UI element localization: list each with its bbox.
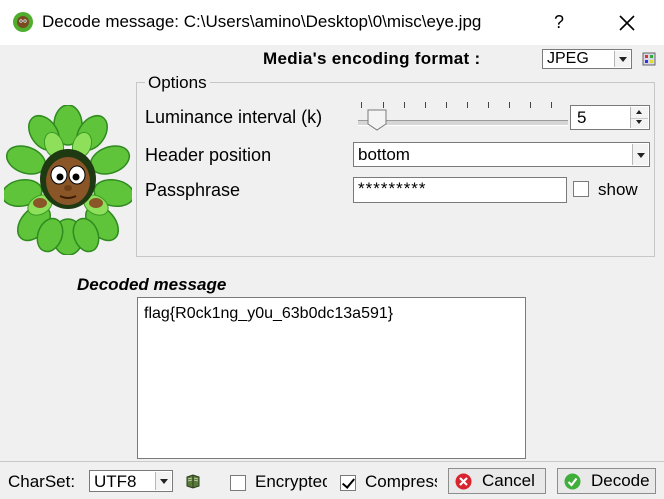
decoded-message-text: flag{R0ck1ng_y0u_63b0dc13a591} xyxy=(144,305,394,322)
slider-tick xyxy=(404,102,405,108)
dialog-body: Media's encoding format : JPEG Options L… xyxy=(0,45,664,499)
compress-label: Compress xyxy=(365,472,437,491)
passphrase-value: ********* xyxy=(358,179,427,198)
slider-thumb[interactable] xyxy=(367,109,387,131)
encoding-format-select[interactable]: JPEG xyxy=(542,49,632,69)
encoding-format-label: Media's encoding format : xyxy=(263,49,481,68)
spin-down-icon[interactable] xyxy=(631,117,648,128)
slider-tick xyxy=(551,102,552,108)
luminance-spinbox[interactable]: 5 xyxy=(570,105,650,130)
header-position-label: Header position xyxy=(145,145,272,165)
slider-tick xyxy=(446,102,447,108)
slider-tick xyxy=(488,102,489,108)
cancel-button[interactable]: Cancel xyxy=(448,468,546,494)
decode-label: Decode xyxy=(591,471,650,490)
decode-button[interactable]: Decode xyxy=(557,468,656,494)
options-title: Options xyxy=(145,73,210,93)
encoding-format-value: JPEG xyxy=(547,50,589,67)
encrypted-label-clip: Encrypted xyxy=(255,472,327,494)
luminance-label: Luminance interval (k) xyxy=(145,107,323,127)
decode-dialog: Decode message: C:\Users\amino\Desktop\0… xyxy=(0,0,664,499)
close-button[interactable] xyxy=(612,8,642,38)
compress-label-clip: Compress xyxy=(365,472,437,494)
window-title: Decode message: C:\Users\amino\Desktop\0… xyxy=(42,12,482,31)
slider-tick xyxy=(425,102,426,108)
passphrase-label: Passphrase xyxy=(145,180,241,200)
cancel-icon xyxy=(455,473,472,490)
compress-checkbox[interactable] xyxy=(340,475,356,491)
slider-tick xyxy=(530,102,531,108)
mascot-image xyxy=(4,105,132,255)
luminance-value: 5 xyxy=(577,108,587,127)
show-label: show xyxy=(598,180,638,199)
slider-tick xyxy=(361,102,362,108)
book-icon[interactable] xyxy=(185,473,201,489)
chevron-down-icon[interactable] xyxy=(614,51,630,67)
close-icon xyxy=(619,15,635,31)
bottom-divider xyxy=(0,461,664,462)
encrypted-checkbox[interactable] xyxy=(230,475,246,491)
charset-select[interactable]: UTF8 xyxy=(89,470,173,492)
chevron-down-icon[interactable] xyxy=(632,144,648,165)
show-checkbox[interactable] xyxy=(573,181,589,197)
slider-tick xyxy=(467,102,468,108)
palette-icon[interactable] xyxy=(642,52,656,66)
header-position-select[interactable]: bottom xyxy=(353,142,650,167)
chevron-down-icon[interactable] xyxy=(155,472,171,490)
check-icon xyxy=(564,473,581,490)
cancel-label: Cancel xyxy=(482,471,535,490)
encrypted-label: Encrypted xyxy=(255,472,327,491)
charset-label: CharSet: xyxy=(8,472,76,491)
slider-tick xyxy=(383,102,384,108)
title-bar: Decode message: C:\Users\amino\Desktop\0… xyxy=(0,0,664,45)
header-position-value: bottom xyxy=(358,145,410,164)
help-button[interactable]: ? xyxy=(545,8,573,36)
decoded-message-label: Decoded message xyxy=(77,275,227,294)
slider-track[interactable] xyxy=(358,120,568,126)
decoded-message-textarea[interactable]: flag{R0ck1ng_y0u_63b0dc13a591} xyxy=(137,297,526,459)
slider-tick xyxy=(509,102,510,108)
charset-value: UTF8 xyxy=(94,472,137,491)
passphrase-input[interactable]: ********* xyxy=(353,177,567,203)
spin-buttons xyxy=(630,107,648,128)
leaf-face-icon xyxy=(13,12,33,32)
